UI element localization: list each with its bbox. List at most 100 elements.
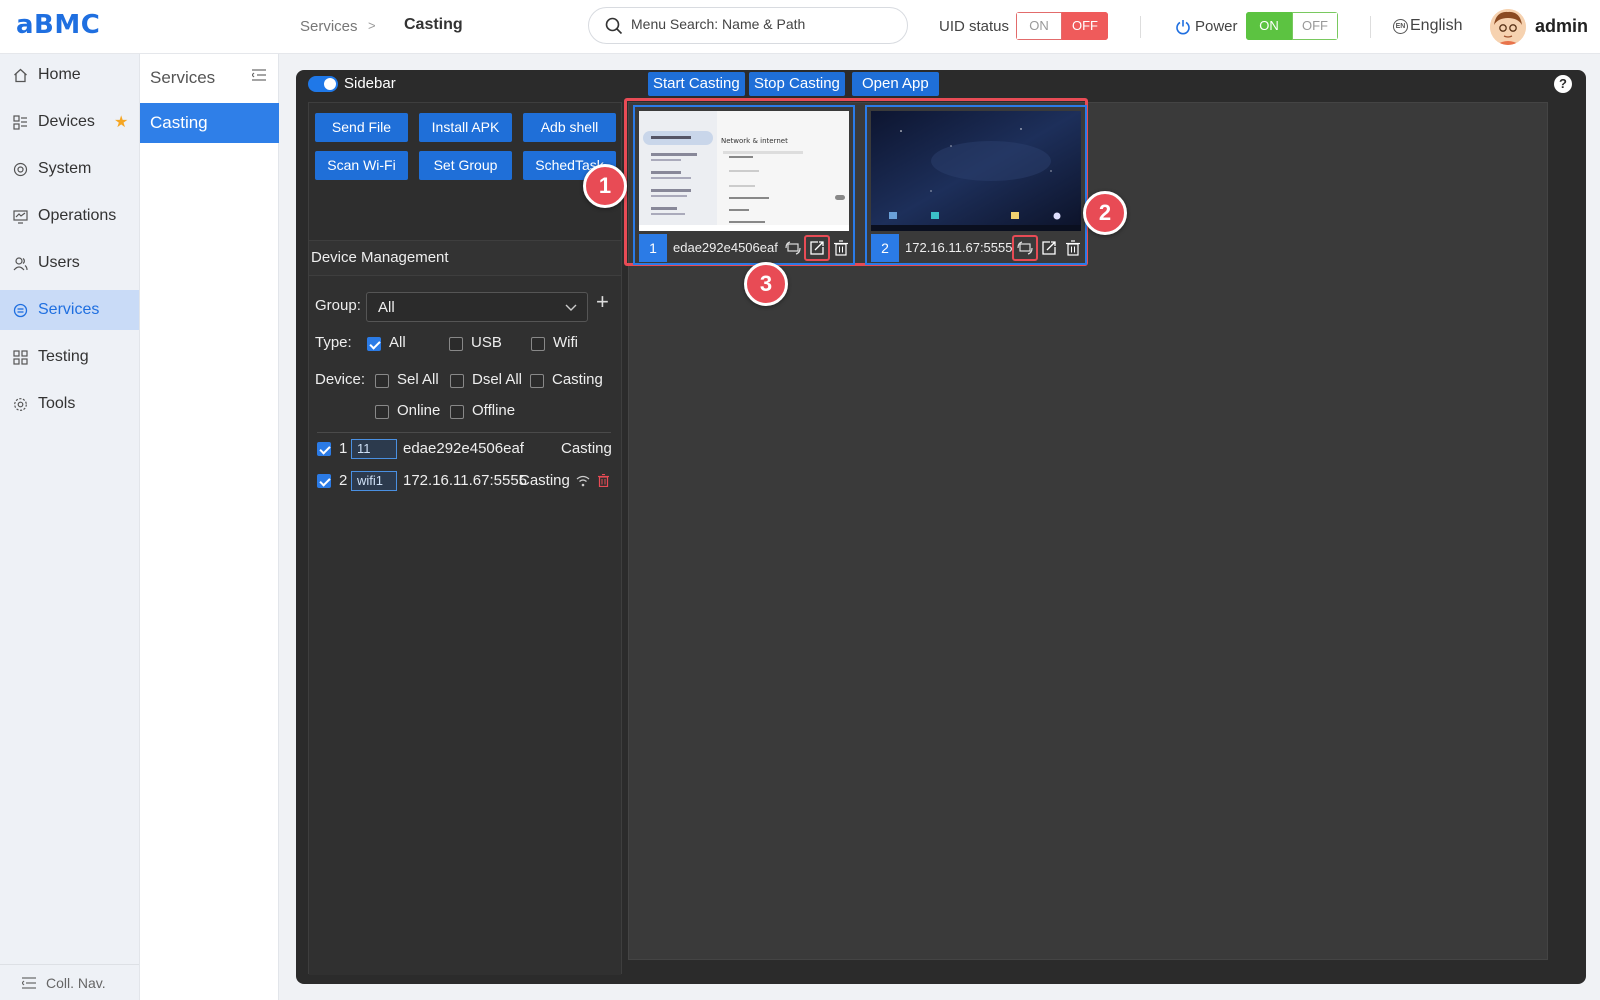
search-icon — [605, 17, 623, 35]
search-input[interactable] — [631, 16, 891, 32]
power-label: Power — [1195, 18, 1238, 35]
nav-item-testing[interactable]: Testing — [0, 337, 139, 377]
device-screen-thumbnail[interactable]: Network & internet — [639, 111, 849, 231]
uid-on-button[interactable]: ON — [1016, 12, 1062, 40]
screen-card-toolbar: 1 edae292e4506eaf — [635, 233, 853, 263]
device-screen-card[interactable]: 2 172.16.11.67:5555 — [865, 105, 1087, 265]
language-selector[interactable]: English — [1410, 17, 1462, 35]
services-icon — [12, 302, 28, 318]
breadcrumb-current: Casting — [404, 16, 463, 33]
device-screen-thumbnail[interactable] — [871, 111, 1081, 231]
delete-icon[interactable] — [833, 240, 849, 256]
action-button-area: Send File Install APK Adb shell Scan Wi-… — [309, 103, 621, 241]
nav-item-tools[interactable]: Tools — [0, 384, 139, 424]
select-all-checkbox[interactable] — [375, 374, 389, 388]
nav-item-services[interactable]: Services — [0, 290, 139, 330]
uid-status-toggle[interactable]: ON OFF — [1016, 12, 1108, 40]
add-group-icon[interactable]: + — [596, 291, 609, 313]
nav-item-label: Tools — [38, 395, 76, 412]
system-icon — [12, 161, 28, 177]
favorite-star-icon[interactable]: ★ — [114, 112, 128, 132]
nav-item-label: Services — [38, 301, 100, 318]
uid-off-button[interactable]: OFF — [1062, 12, 1108, 40]
online-filter-label: Online — [397, 402, 441, 419]
devices-icon — [12, 114, 28, 130]
nav-item-home[interactable]: Home — [0, 55, 139, 95]
language-icon: EN — [1393, 19, 1408, 34]
header-divider — [1370, 16, 1371, 38]
type-wifi-checkbox[interactable] — [531, 337, 545, 351]
power-on-button[interactable]: ON — [1246, 12, 1292, 40]
screen-title: Network & internet — [721, 137, 788, 145]
delete-icon[interactable] — [1065, 240, 1081, 256]
breadcrumb-parent[interactable]: Services — [300, 18, 358, 35]
casting-panel: Sidebar Start Casting Stop Casting Open … — [296, 70, 1586, 984]
sidebar-toggle[interactable] — [308, 76, 338, 92]
offline-filter-checkbox[interactable] — [450, 405, 464, 419]
nav-item-operations[interactable]: Operations — [0, 196, 139, 236]
wifi-icon — [576, 475, 590, 487]
collapse-subnav-icon[interactable] — [252, 69, 266, 81]
send-file-button[interactable]: Send File — [315, 113, 408, 142]
power-off-button[interactable]: OFF — [1292, 12, 1338, 40]
chevron-down-icon — [565, 304, 577, 311]
sidebar-label: Sidebar — [344, 75, 396, 92]
device-row-checkbox[interactable] — [317, 442, 331, 456]
device-screen-card[interactable]: Network & internet 1 edae292e4506eaf — [633, 105, 855, 265]
offline-filter-label: Offline — [472, 402, 516, 419]
type-usb-checkbox[interactable] — [449, 337, 463, 351]
help-icon[interactable]: ? — [1554, 75, 1572, 93]
type-all-label: All — [389, 334, 406, 351]
type-wifi-label: Wifi — [553, 334, 578, 351]
avatar[interactable] — [1490, 9, 1526, 45]
open-app-button[interactable]: Open App — [852, 72, 939, 96]
deselect-all-checkbox[interactable] — [450, 374, 464, 388]
adb-shell-button[interactable]: Adb shell — [523, 113, 616, 142]
type-all-checkbox[interactable] — [367, 337, 381, 351]
users-icon — [12, 255, 28, 271]
start-casting-button[interactable]: Start Casting — [648, 72, 745, 96]
device-id[interactable]: edae292e4506eaf — [403, 440, 524, 457]
delete-device-icon[interactable] — [598, 474, 609, 487]
nav-item-system[interactable]: System — [0, 149, 139, 189]
menu-search[interactable] — [588, 7, 908, 44]
group-select[interactable]: All — [366, 292, 588, 322]
screen-number: 2 — [871, 234, 899, 262]
device-sidebar: Send File Install APK Adb shell Scan Wi-… — [308, 102, 622, 975]
group-select-value: All — [378, 299, 395, 316]
stop-casting-button[interactable]: Stop Casting — [749, 72, 845, 96]
casting-screens-area: Network & internet 1 edae292e4506eaf 2 1… — [624, 98, 1548, 960]
open-external-icon[interactable] — [809, 240, 825, 256]
nav-item-devices[interactable]: Devices ★ — [0, 102, 139, 142]
app-logo[interactable]: aBMC — [16, 10, 100, 40]
device-row-number: 1 — [339, 440, 348, 457]
online-filter-checkbox[interactable] — [375, 405, 389, 419]
collapse-nav-button[interactable]: Coll. Nav. — [0, 964, 139, 1000]
set-group-button[interactable]: Set Group — [419, 151, 512, 180]
select-all-label: Sel All — [397, 371, 439, 388]
nav-item-label: Devices — [38, 113, 95, 130]
subnav-item-casting[interactable]: Casting — [140, 103, 279, 143]
cast-screen-icon[interactable] — [785, 240, 801, 256]
device-group-tag[interactable]: wifi1 — [351, 471, 397, 491]
screen-card-toolbar: 2 172.16.11.67:5555 — [867, 233, 1085, 263]
device-group-tag[interactable]: 11 — [351, 439, 397, 459]
main-nav: Home Devices ★ System Operations Users S… — [0, 54, 140, 1000]
device-row-number: 2 — [339, 472, 348, 489]
device-row-checkbox[interactable] — [317, 474, 331, 488]
top-header: aBMC Services > Casting UID status ON OF… — [0, 0, 1600, 54]
user-name[interactable]: admin — [1535, 16, 1588, 37]
device-id[interactable]: 172.16.11.67:5555 — [403, 472, 527, 489]
install-apk-button[interactable]: Install APK — [419, 113, 512, 142]
nav-item-users[interactable]: Users — [0, 243, 139, 283]
scan-wifi-button[interactable]: Scan Wi-Fi — [315, 151, 408, 180]
subnav-title: Services — [150, 68, 216, 87]
open-external-icon[interactable] — [1041, 240, 1057, 256]
power-toggle[interactable]: ON OFF — [1246, 12, 1338, 40]
annotation-badge-2: 2 — [1083, 191, 1127, 235]
nav-item-label: System — [38, 160, 92, 177]
screen-number: 1 — [639, 234, 667, 262]
cast-screen-icon[interactable] — [1017, 240, 1033, 256]
casting-filter-checkbox[interactable] — [530, 374, 544, 388]
nav-item-label: Users — [38, 254, 80, 271]
